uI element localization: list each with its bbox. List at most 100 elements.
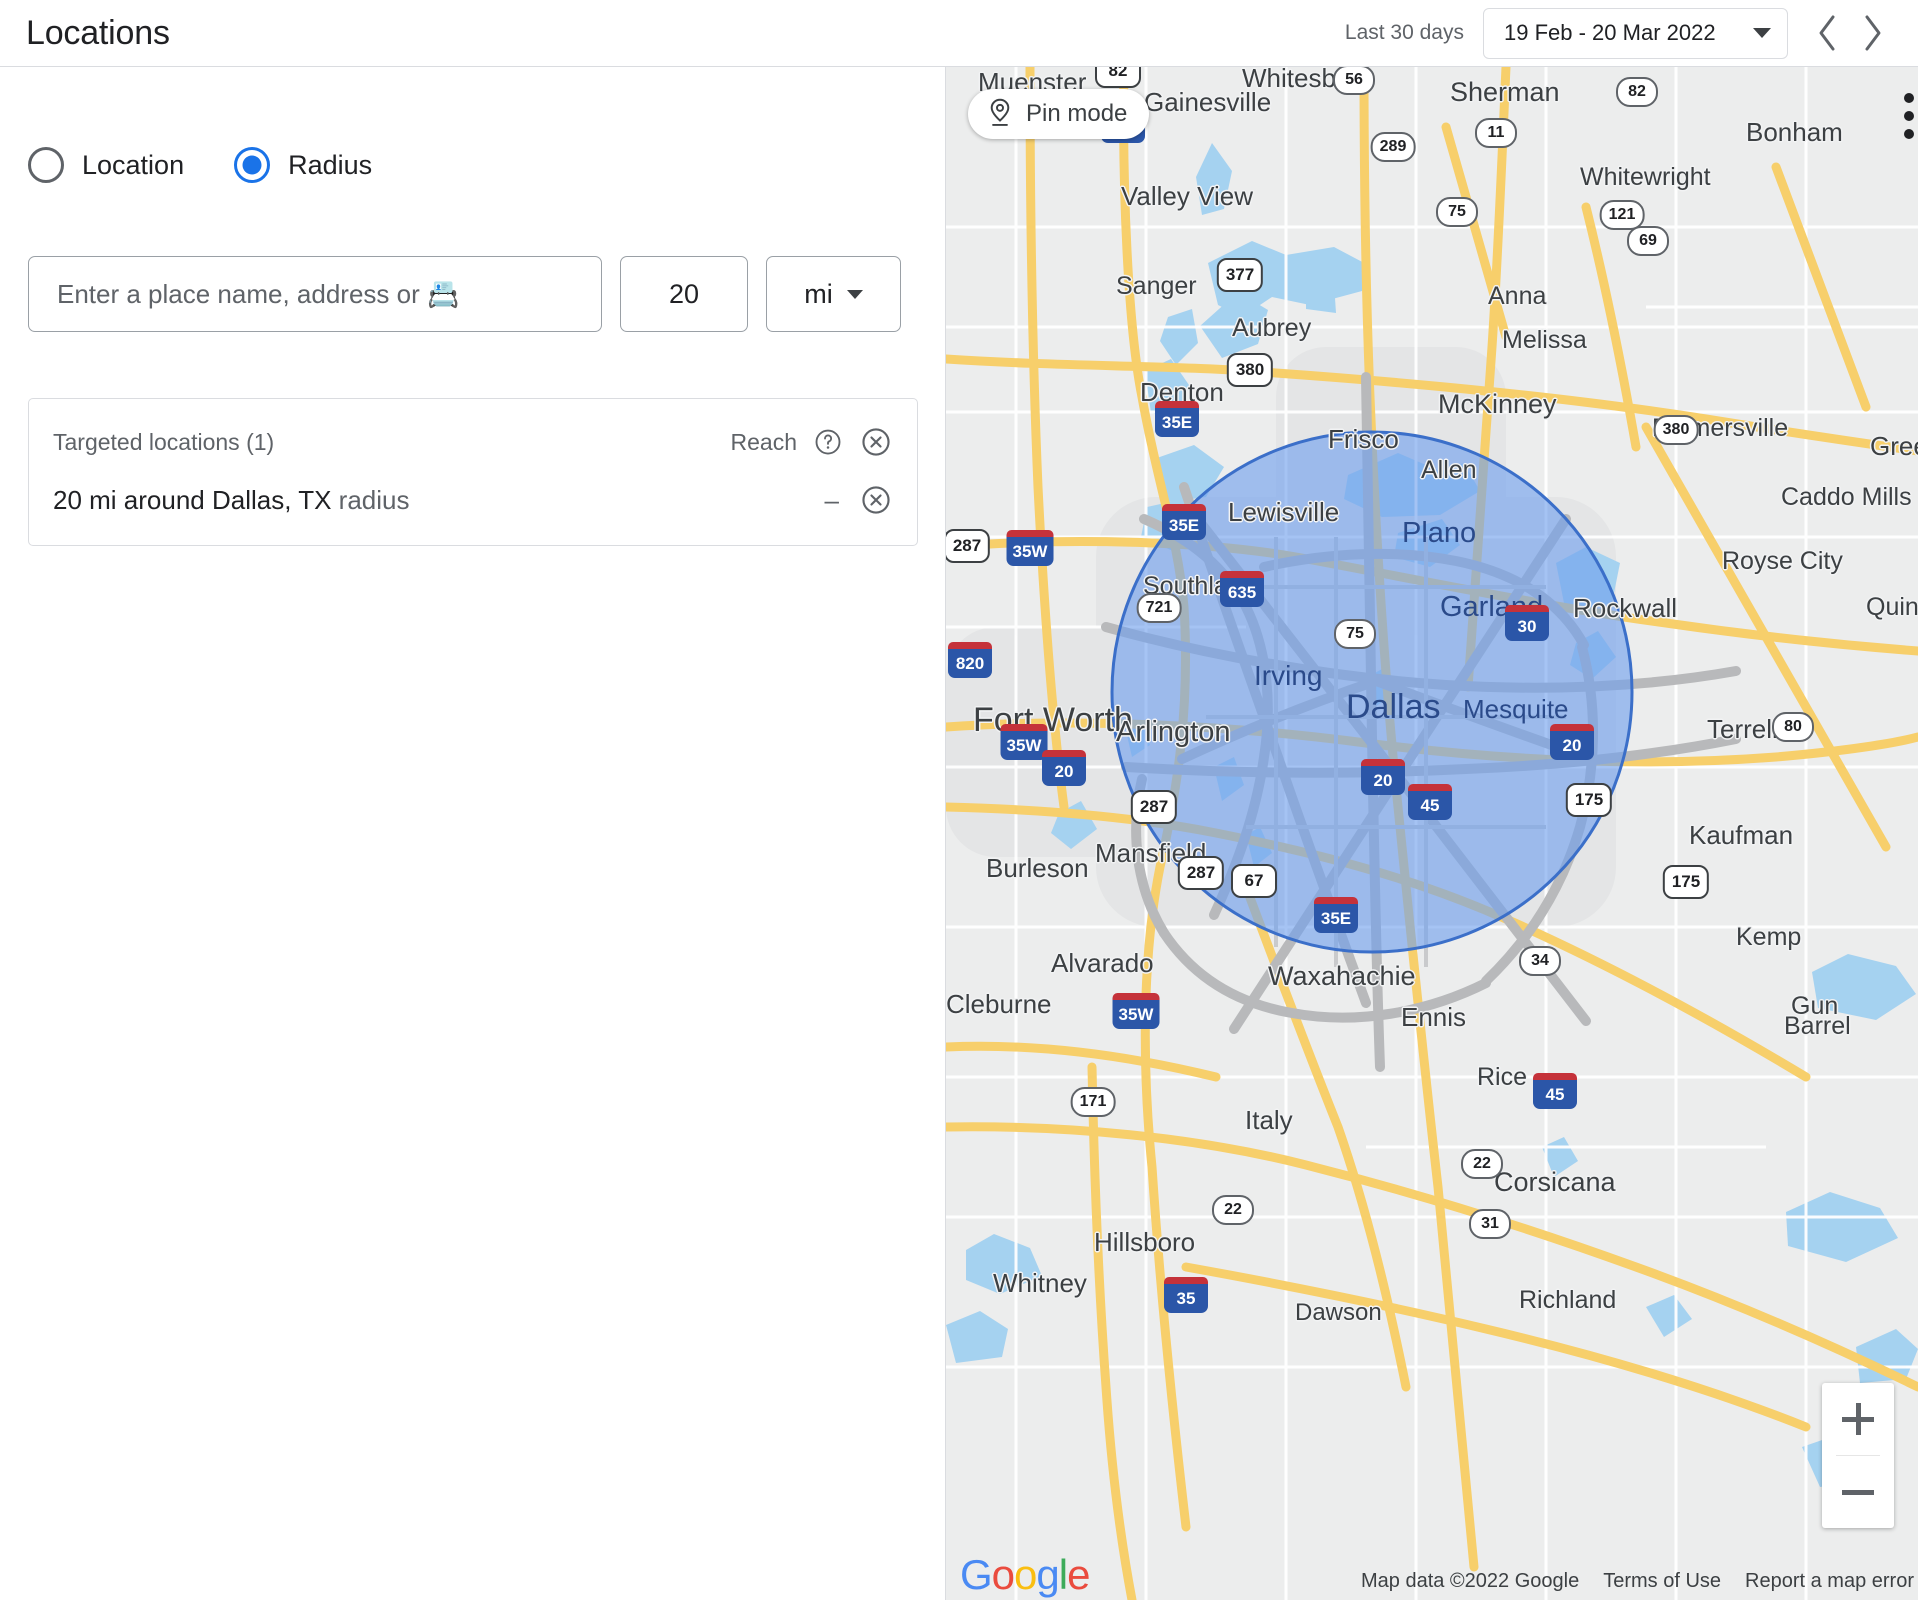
road-shield-state: 75 (1334, 619, 1376, 649)
targeted-location-suffix: radius (331, 485, 409, 515)
road-shield-state: 721 (1137, 593, 1182, 623)
zoom-out-button[interactable] (1822, 1456, 1894, 1528)
dot (1904, 111, 1914, 121)
radius-unit-value: mi (804, 279, 833, 310)
road-shield-state: 69 (1627, 226, 1669, 256)
road-shield-interstate: 30 (1505, 605, 1549, 641)
logo-letter: o (992, 1551, 1014, 1598)
dot (1904, 129, 1914, 139)
targeted-locations-header: Targeted locations (1) Reach (53, 425, 893, 459)
road-shield-interstate: 20 (1361, 759, 1405, 795)
previous-period-button[interactable] (1804, 10, 1850, 56)
logo-letter: l (1059, 1551, 1067, 1598)
page-header: Locations Last 30 days 19 Feb - 20 Mar 2… (0, 0, 1918, 67)
radius-value-input[interactable] (620, 256, 748, 332)
road-shield-interstate: 45 (1408, 784, 1452, 820)
radius-unit-select[interactable]: mi (766, 256, 901, 332)
header-controls: Last 30 days 19 Feb - 20 Mar 2022 (1345, 8, 1896, 59)
radio-option-location[interactable]: Location (28, 147, 184, 183)
place-search-input[interactable] (28, 256, 602, 332)
radio-label-radius: Radius (288, 150, 372, 181)
road-shield-state: 75 (1436, 197, 1478, 227)
road-shield-state: 34 (1519, 946, 1561, 976)
road-shield-us: 287 (1131, 790, 1177, 824)
logo-letter: o (1014, 1551, 1036, 1598)
road-shield-state: 22 (1461, 1149, 1503, 1179)
road-shield-us: 287 (1178, 856, 1224, 890)
road-shield-interstate: 20 (1550, 724, 1594, 760)
chevron-down-icon (1753, 28, 1771, 38)
road-shield-interstate: 45 (1533, 1073, 1577, 1109)
road-shield-us: 175 (1566, 783, 1612, 817)
map-canvas (946, 67, 1918, 1600)
radius-inputs-row: mi (28, 256, 945, 332)
road-shield-us: 287 (946, 529, 990, 563)
targeted-location-name: 20 mi around Dallas, TX radius (53, 485, 409, 516)
road-shield-interstate: 35E (1155, 401, 1199, 437)
pin-mode-button[interactable]: Pin mode (968, 89, 1149, 139)
pin-mode-label: Pin mode (1026, 100, 1127, 128)
targeted-locations-header-actions: Reach (731, 425, 893, 459)
road-shield-interstate: 35E (1162, 504, 1206, 540)
road-shield-state: 82 (1616, 77, 1658, 107)
road-shield-state: 380 (1654, 415, 1699, 445)
logo-letter: g (1036, 1551, 1058, 1598)
road-shield-interstate: 35W (1113, 993, 1160, 1029)
road-shield-interstate: 20 (1042, 750, 1086, 786)
road-shield-interstate: 35E (1314, 897, 1358, 933)
reach-column-label: Reach (731, 429, 797, 456)
targeted-locations-title: Targeted locations (1) (53, 429, 274, 456)
targeted-location-reach-value: – (825, 487, 839, 513)
road-shield-interstate: 635 (1220, 571, 1264, 607)
map-data-credit: Map data ©2022 Google (1361, 1570, 1579, 1593)
targeted-locations-card: Targeted locations (1) Reach (28, 398, 918, 546)
map-zoom-controls (1822, 1383, 1894, 1528)
road-shield-interstate: 820 (948, 642, 992, 678)
road-shield-state: 31 (1469, 1209, 1511, 1239)
help-circle-icon[interactable] (811, 425, 845, 459)
map-viewport[interactable]: MuensterWhitesboroShermanGainesvilleBonh… (946, 67, 1918, 1600)
road-shield-interstate: 35W (1007, 530, 1054, 566)
road-shield-us: 67 (1231, 864, 1277, 898)
road-shield-interstate: 35W (1001, 724, 1048, 760)
radio-option-radius[interactable]: Radius (234, 147, 372, 183)
more-vertical-icon[interactable] (1894, 93, 1918, 139)
road-shield-state: 22 (1212, 1195, 1254, 1225)
road-shield-us: 175 (1663, 865, 1709, 899)
locations-page: Locations Last 30 days 19 Feb - 20 Mar 2… (0, 0, 1918, 1600)
radio-label-location: Location (82, 150, 184, 181)
clear-all-locations-icon[interactable] (859, 425, 893, 459)
date-range-picker[interactable]: 19 Feb - 20 Mar 2022 (1483, 8, 1788, 59)
logo-letter: e (1067, 1551, 1089, 1598)
road-shield-state: 11 (1475, 118, 1517, 148)
google-logo: Google (960, 1554, 1089, 1596)
remove-location-icon[interactable] (859, 483, 893, 517)
targeting-mode-group: Location Radius (28, 147, 945, 183)
minus-icon (1842, 1490, 1874, 1495)
next-period-button[interactable] (1850, 10, 1896, 56)
targeted-location-row: 20 mi around Dallas, TX radius – (53, 483, 893, 517)
road-shield-interstate: 35 (1164, 1277, 1208, 1313)
date-range-label: Last 30 days (1345, 21, 1464, 45)
report-map-error-link[interactable]: Report a map error (1745, 1570, 1914, 1593)
chevron-down-icon (847, 290, 863, 299)
road-shield-state: 56 (1333, 67, 1375, 95)
dot (1904, 93, 1914, 103)
logo-letter: G (960, 1551, 992, 1598)
targeted-location-main: 20 mi around Dallas, TX (53, 485, 331, 515)
map-attribution: Map data ©2022 Google Terms of Use Repor… (1361, 1570, 1914, 1593)
radio-circle-location-icon (28, 147, 64, 183)
road-shield-state: 171 (1071, 1087, 1116, 1117)
road-shield-us: 377 (1217, 258, 1263, 292)
targeted-location-row-actions: – (825, 483, 893, 517)
location-pin-icon (986, 97, 1014, 132)
zoom-in-button[interactable] (1822, 1383, 1894, 1455)
date-range-value: 19 Feb - 20 Mar 2022 (1504, 20, 1716, 46)
targeting-panel: Location Radius mi Targeted locations (1… (0, 67, 946, 1600)
plus-icon (1842, 1417, 1874, 1422)
road-shield-us: 82 (1095, 67, 1141, 88)
page-title: Locations (26, 14, 170, 53)
radio-circle-radius-icon (234, 147, 270, 183)
terms-of-use-link[interactable]: Terms of Use (1603, 1570, 1721, 1593)
road-shield-state: 80 (1772, 712, 1814, 742)
